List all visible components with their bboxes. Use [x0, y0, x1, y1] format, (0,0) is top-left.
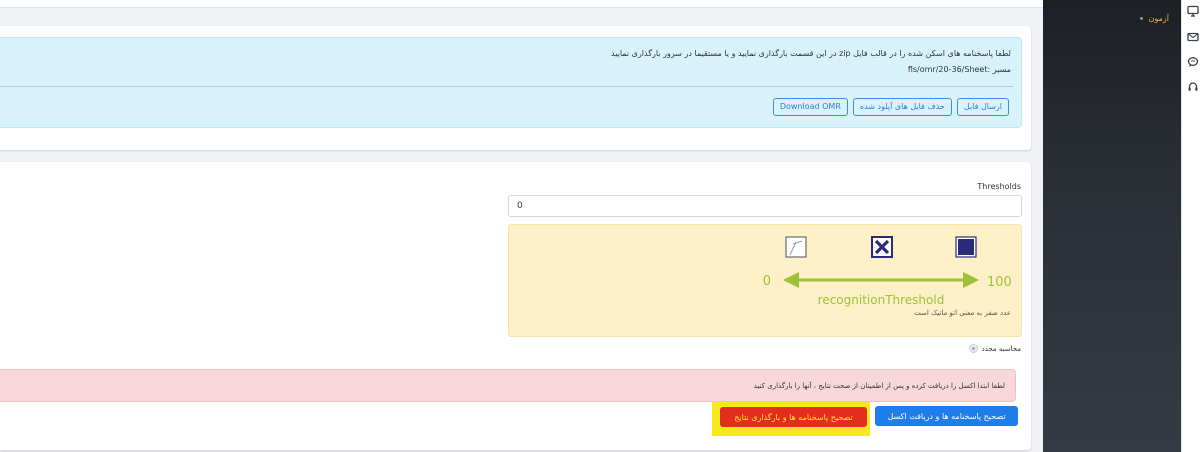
- mail-icon[interactable]: [1187, 31, 1199, 43]
- bullet-icon: [1139, 17, 1143, 20]
- download-omr-button[interactable]: Download OMR: [772, 98, 848, 116]
- threshold-help-box: 0 100 recognitionThreshold عدد صفر به مع…: [508, 224, 1022, 337]
- icon-rail: [1181, 0, 1203, 452]
- upload-card: لطفا پاسخنامه های اسکن شده را در قالب فا…: [0, 26, 1031, 150]
- recalculate-label: محاسبه مجدد: [981, 344, 1021, 353]
- sidebar-item-label: آزمون: [1148, 14, 1169, 23]
- threshold-card: Thresholds 0 0 100 recognitionThreshold …: [0, 162, 1031, 450]
- sidebar-item-exam[interactable]: آزمون: [1139, 14, 1169, 23]
- recalculate-radio[interactable]: [968, 344, 978, 353]
- crossed-mark-icon: [871, 236, 893, 258]
- chat-icon[interactable]: [1187, 56, 1199, 68]
- upload-info-box: لطفا پاسخنامه های اسکن شده را در قالب فا…: [0, 37, 1022, 128]
- delete-uploaded-button[interactable]: حذف فایل های آپلود شده: [852, 98, 952, 116]
- thresholds-label: Thresholds: [977, 182, 1021, 191]
- monitor-icon[interactable]: [1187, 5, 1199, 17]
- upload-instruction: لطفا پاسخنامه های اسکن شده را در قالب فا…: [611, 49, 1011, 58]
- threshold-max-label: 100: [987, 275, 1012, 290]
- sidebar: آزمون: [1043, 0, 1181, 452]
- correct-and-excel-button[interactable]: تصحیح پاسخنامه ها و دریافت اکسل: [875, 406, 1018, 426]
- main-content: لطفا پاسخنامه های اسکن شده را در قالب فا…: [0, 0, 1043, 452]
- divider: [0, 86, 1013, 87]
- correct-and-upload-button[interactable]: تصحیح پاسخنامه ها و بارگذاری نتایج: [720, 407, 867, 427]
- top-bar: [0, 0, 1043, 8]
- upload-button-row: ارسال فایل حذف فایل های آپلود شده Downlo…: [772, 98, 1009, 116]
- recognition-threshold-diagram: 0 100 recognitionThreshold: [763, 236, 1012, 307]
- recalculate-option[interactable]: محاسبه مجدد: [968, 344, 1021, 353]
- threshold-arrow: [783, 272, 979, 288]
- excel-warning-text: لطفا ابتدا اکسل را دریافت کرده و پس از ا…: [753, 382, 1005, 390]
- excel-warning-alert: لطفا ابتدا اکسل را دریافت کرده و پس از ا…: [0, 369, 1016, 402]
- send-file-button[interactable]: ارسال فایل: [956, 98, 1009, 116]
- upload-path: مسیر :fls/omr/20-36/Sheet: [907, 65, 1011, 74]
- headset-icon[interactable]: [1187, 81, 1199, 93]
- threshold-caption: recognitionThreshold: [818, 293, 945, 307]
- filled-mark-icon: [955, 236, 977, 258]
- faint-mark-icon: [785, 236, 807, 258]
- thresholds-input[interactable]: [508, 195, 1022, 217]
- threshold-min-label: 0: [763, 274, 771, 289]
- threshold-note: عدد صفر به معنی اتو ماتیک است: [914, 309, 1011, 317]
